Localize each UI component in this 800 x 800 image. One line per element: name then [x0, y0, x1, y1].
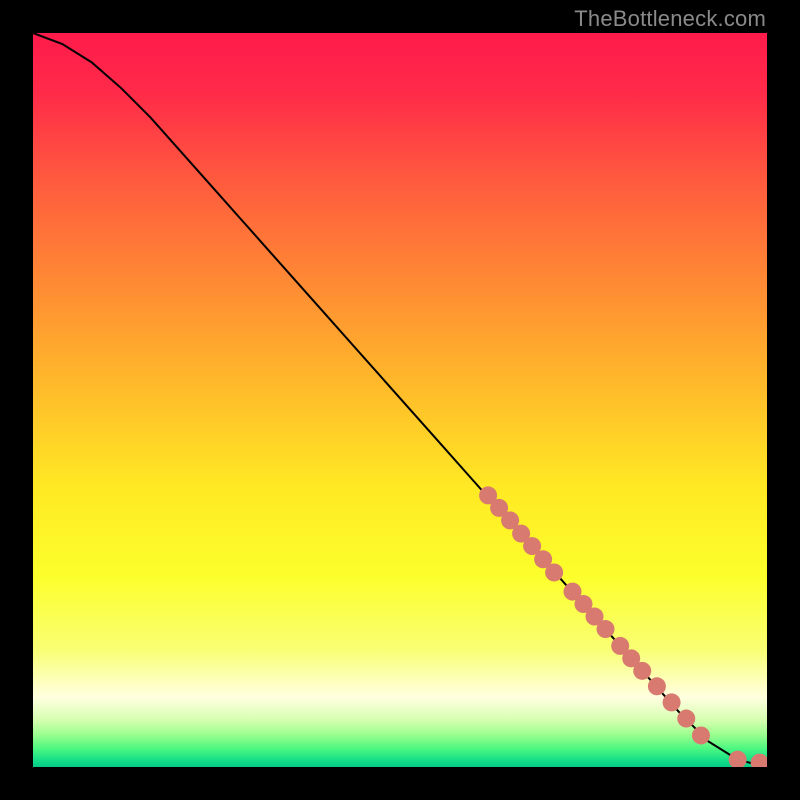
data-marker — [677, 710, 695, 728]
data-marker — [648, 677, 666, 695]
data-marker — [597, 620, 615, 638]
data-marker — [663, 693, 681, 711]
data-marker — [545, 563, 563, 581]
data-marker — [692, 726, 710, 744]
chart-plot-area — [33, 33, 767, 767]
data-marker — [633, 662, 651, 680]
gradient-background — [33, 33, 767, 767]
chart-svg — [33, 33, 767, 767]
chart-frame: TheBottleneck.com — [0, 0, 800, 800]
watermark-text: TheBottleneck.com — [574, 6, 766, 32]
